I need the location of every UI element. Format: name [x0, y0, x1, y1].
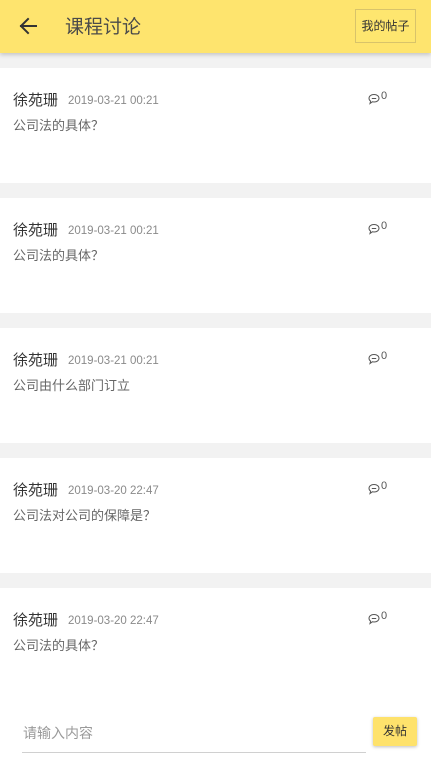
comment-count-value: 0: [381, 90, 388, 102]
comment-bubble-icon: [368, 220, 380, 235]
comment-bubble-icon: [368, 480, 380, 495]
post-author: 徐苑珊: [13, 91, 59, 109]
comment-bubble-icon: [368, 350, 380, 365]
post-card[interactable]: 徐苑珊 2019-03-21 00:21 公司法的具体？ 0: [0, 68, 431, 183]
comment-count-value: 0: [381, 350, 388, 362]
post-timestamp: 2019-03-21 00:21: [68, 225, 159, 237]
comment-count[interactable]: 0: [368, 90, 388, 105]
post-author: 徐苑珊: [13, 221, 59, 239]
post-card[interactable]: 徐苑珊 2019-03-21 00:21 公司法的具体？ 0: [0, 198, 431, 313]
post-card[interactable]: 徐苑珊 2019-03-20 22:47 公司法对公司的保障是？ 0: [0, 458, 431, 573]
post-timestamp: 2019-03-20 22:47: [68, 615, 159, 627]
post-author: 徐苑珊: [13, 611, 59, 629]
post-content: 公司法的具体？: [13, 249, 105, 264]
page-title: 课程讨论: [65, 16, 142, 38]
comment-bubble-icon: [368, 610, 380, 625]
comment-count[interactable]: 0: [368, 220, 388, 235]
submit-post-button[interactable]: 发帖: [373, 717, 417, 746]
post-content-input[interactable]: [22, 715, 366, 753]
arrow-left-icon[interactable]: [17, 14, 39, 38]
post-content: 公司法的具体？: [13, 639, 105, 654]
comment-count-value: 0: [381, 610, 388, 622]
comment-count-value: 0: [381, 480, 388, 492]
post-content: 公司由什么部门订立: [13, 379, 131, 394]
post-input-bar: 发帖: [0, 701, 431, 768]
post-content: 公司法对公司的保障是？: [13, 509, 157, 524]
comment-count-value: 0: [381, 220, 388, 232]
app-header: 课程讨论 我的帖子: [0, 0, 431, 53]
post-content: 公司法的具体？: [13, 119, 105, 134]
my-posts-button[interactable]: 我的帖子: [355, 9, 416, 43]
comment-bubble-icon: [368, 90, 380, 105]
comment-count[interactable]: 0: [368, 350, 388, 365]
post-timestamp: 2019-03-21 00:21: [68, 95, 159, 107]
post-author: 徐苑珊: [13, 481, 59, 499]
comment-count[interactable]: 0: [368, 480, 388, 495]
post-author: 徐苑珊: [13, 351, 59, 369]
comment-count[interactable]: 0: [368, 610, 388, 625]
post-timestamp: 2019-03-21 00:21: [68, 355, 159, 367]
post-timestamp: 2019-03-20 22:47: [68, 485, 159, 497]
post-card[interactable]: 徐苑珊 2019-03-20 22:47 公司法的具体？ 0: [0, 588, 431, 703]
post-card[interactable]: 徐苑珊 2019-03-21 00:21 公司由什么部门订立 0: [0, 328, 431, 443]
